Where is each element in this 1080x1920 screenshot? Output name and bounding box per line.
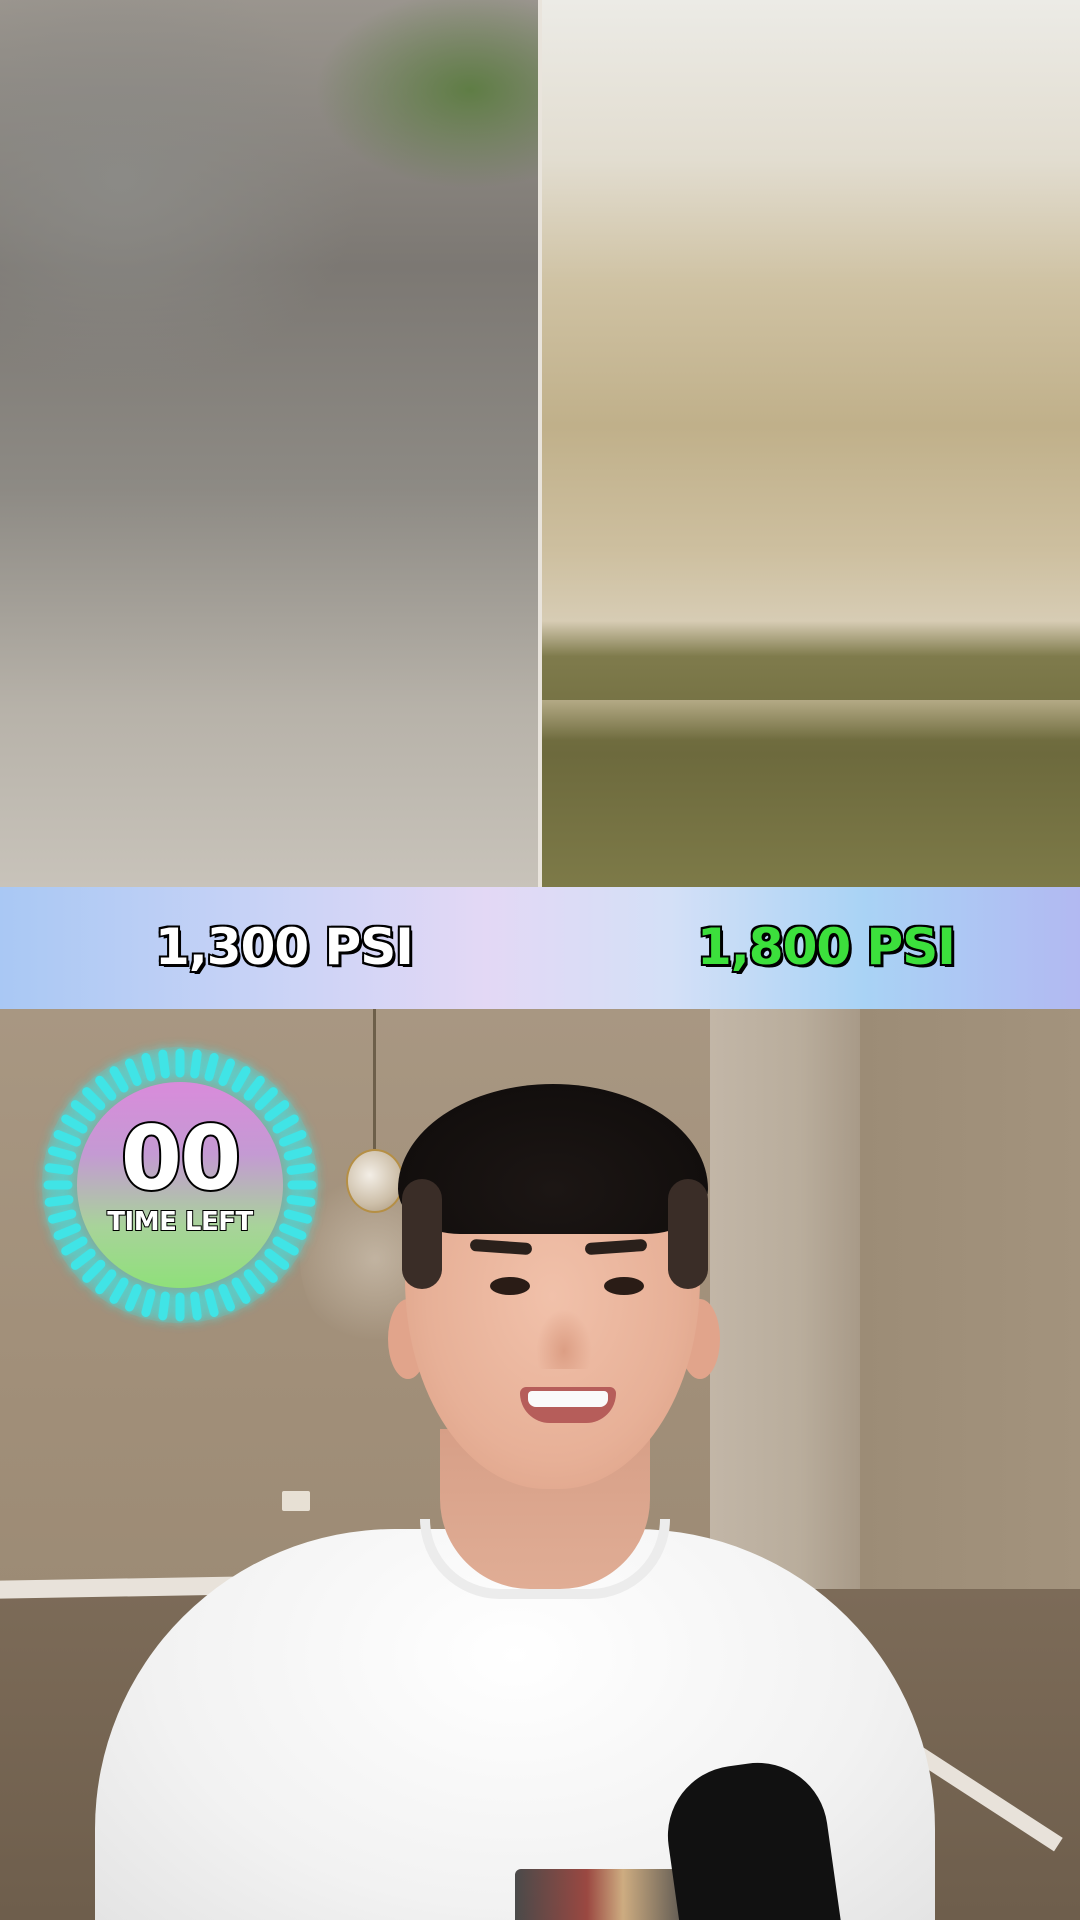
timer-tick	[158, 1049, 170, 1079]
presenter-hair	[398, 1084, 708, 1234]
hair-side-right	[668, 1179, 708, 1289]
timer-tick	[141, 1288, 156, 1318]
timer-tick	[204, 1288, 219, 1318]
teeth	[528, 1391, 608, 1407]
timer-tick	[190, 1049, 202, 1079]
hippo-photo	[542, 0, 1080, 887]
gorilla-photo-background	[0, 0, 538, 887]
timer-tick	[204, 1052, 219, 1082]
hippo-photo-background	[542, 0, 1080, 887]
timer-tick	[190, 1291, 202, 1321]
timer-caption: TIME LEFT	[106, 1206, 254, 1238]
smiling-mouth	[520, 1387, 616, 1423]
nose	[536, 1309, 592, 1369]
shirt-graphic	[515, 1869, 695, 1920]
gorilla-photo	[0, 0, 538, 887]
bite-force-band: 1,300 PSI 1,800 PSI	[0, 887, 1080, 1009]
timer-value: 00	[119, 1107, 243, 1210]
timer-tick	[158, 1291, 170, 1321]
timer-tick	[141, 1052, 156, 1082]
left-eye	[490, 1277, 530, 1295]
dust-cloud	[542, 700, 1080, 740]
gorilla-bite-force-label: 1,300 PSI	[154, 917, 416, 978]
hippo-bite-force-label: 1,800 PSI	[696, 917, 958, 978]
hair-side-left	[402, 1179, 442, 1289]
right-eye	[604, 1277, 644, 1295]
countdown-timer: 00 TIME LEFT	[30, 1035, 330, 1335]
